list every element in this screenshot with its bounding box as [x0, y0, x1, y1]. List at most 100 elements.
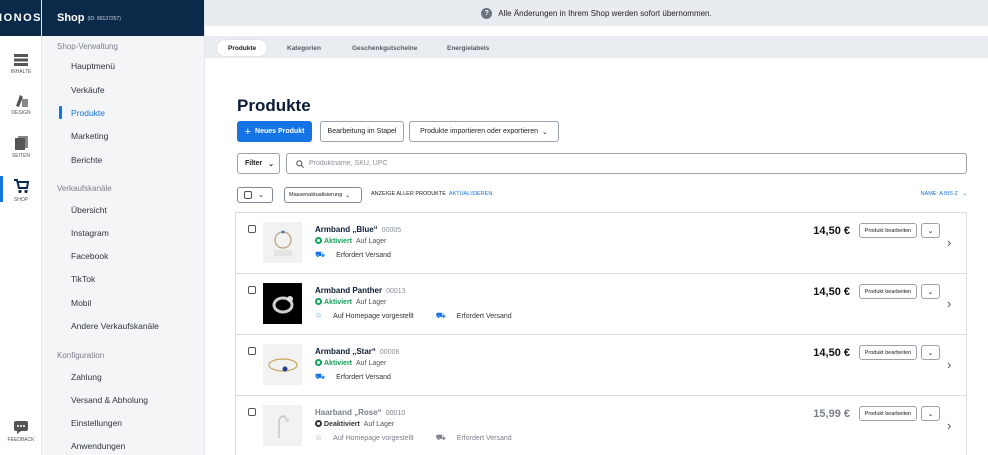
- sidebar-item-verkaeufe[interactable]: Verkäufe: [71, 85, 105, 95]
- sidebar-item-versand[interactable]: Versand & Abholung: [71, 395, 148, 405]
- sidebar-item-andere[interactable]: Andere Verkaufskanäle: [71, 321, 159, 331]
- search-input[interactable]: [309, 160, 709, 167]
- product-status: Aktiviert Auf Lager: [315, 237, 386, 245]
- rail-item-seiten[interactable]: SEITEN: [0, 136, 42, 159]
- icon-rail: IONOS INHALTE DESIGN SEITEN SHOP FEEDBAC…: [0, 0, 42, 455]
- row-checkbox[interactable]: [248, 347, 256, 355]
- filter-label: Filter: [245, 160, 263, 167]
- product-row[interactable]: Armband „Star“ 00006 Aktiviert Auf Lager ⛟…: [236, 335, 966, 396]
- product-actions-dropdown[interactable]: ⌄: [921, 345, 940, 360]
- sidebar-item-produkte[interactable]: Produkte: [71, 108, 105, 118]
- shop-sidebar: Shop (ID: 89137257) Shop-Verwaltung Haup…: [42, 0, 205, 455]
- select-all-checkbox[interactable]: [244, 191, 252, 199]
- tab-geschenkgutscheine[interactable]: Geschenkgutscheine: [352, 40, 417, 56]
- product-name[interactable]: Armband Panther 00013: [315, 286, 406, 295]
- sort-dropdown[interactable]: NAME: A BIS Z ⌄: [921, 191, 967, 197]
- chevron-down-icon: ⌄: [927, 349, 934, 357]
- sidebar-item-facebook[interactable]: Facebook: [71, 251, 108, 261]
- product-sku: 00006: [379, 349, 400, 356]
- sidebar-item-uebersicht[interactable]: Übersicht: [71, 205, 107, 215]
- sidebar-item-tiktok[interactable]: TikTok: [71, 274, 95, 284]
- row-checkbox[interactable]: [248, 286, 256, 294]
- edit-product-button[interactable]: Produkt bearbeiten: [859, 223, 917, 238]
- active-status-icon: [315, 237, 322, 244]
- tab-energielabels[interactable]: Energielabels: [447, 40, 489, 56]
- product-actions-dropdown[interactable]: ⌄: [921, 223, 940, 238]
- bracelet-image-icon: [272, 295, 293, 313]
- product-name[interactable]: Armband „Star“ 00006: [315, 347, 399, 356]
- rail-item-feedback[interactable]: FEEDBACK: [0, 421, 42, 443]
- shop-id: (ID: 89137257): [87, 16, 121, 22]
- product-row[interactable]: Armband „Blue“ 00005 Aktiviert Auf Lager ⛟…: [236, 213, 966, 274]
- show-all-bar: ANZEIGE ALLER PRODUKTE AKTUALISIEREN: [371, 191, 492, 197]
- sidebar-item-berichte[interactable]: Berichte: [71, 155, 102, 165]
- sidebar-item-instagram[interactable]: Instagram: [71, 228, 109, 238]
- edit-product-button[interactable]: Produkt bearbeiten: [859, 406, 917, 421]
- product-thumbnail[interactable]: [263, 283, 302, 324]
- sidebar-item-mobil[interactable]: Mobil: [71, 298, 91, 308]
- shop-name: Shop: [57, 12, 85, 24]
- rail-label: SHOP: [13, 197, 29, 203]
- rail-label: INHALTE: [10, 69, 32, 75]
- row-checkbox[interactable]: [248, 225, 256, 233]
- product-sku: 00013: [386, 288, 406, 295]
- filter-button[interactable]: Filter ⌄: [237, 153, 280, 174]
- product-thumbnail[interactable]: [263, 344, 302, 385]
- help-icon: ?: [481, 7, 493, 19]
- mass-update-dropdown[interactable]: Massenaktualisierung ⌄: [284, 187, 362, 203]
- plus-icon: +: [244, 125, 252, 138]
- select-all-dropdown[interactable]: ⌄: [237, 187, 273, 203]
- chevron-right-icon[interactable]: ›: [947, 418, 951, 433]
- inactive-status-icon: [315, 420, 322, 427]
- star-icon: ☆: [315, 433, 323, 442]
- product-row[interactable]: Armband Panther 00013 Aktiviert Auf Lager …: [236, 274, 966, 335]
- product-sku: 00005: [381, 227, 402, 234]
- ionos-logo[interactable]: IONOS: [0, 0, 41, 36]
- product-thumbnail[interactable]: [263, 405, 302, 446]
- refresh-link[interactable]: AKTUALISIEREN: [449, 191, 492, 197]
- sidebar-item-marketing[interactable]: Marketing: [71, 131, 108, 141]
- rail-item-shop[interactable]: SHOP: [0, 176, 42, 203]
- product-tabs: Produkte Kategorien Geschenkgutscheine E…: [205, 36, 988, 58]
- search-box[interactable]: [286, 153, 967, 174]
- chevron-right-icon[interactable]: ›: [947, 296, 951, 311]
- chevron-down-icon: ⌄: [258, 192, 264, 199]
- new-product-button[interactable]: + Neues Produkt: [237, 121, 312, 142]
- bulk-edit-button[interactable]: Bearbeitung im Stapel: [320, 121, 404, 142]
- rail-label: DESIGN: [11, 110, 31, 116]
- active-status-icon: [315, 359, 322, 366]
- bracelet-image-icon: [273, 230, 292, 256]
- chat-icon: [14, 421, 28, 434]
- edit-product-button[interactable]: Produkt bearbeiten: [859, 345, 917, 360]
- page-title: Produkte: [237, 96, 311, 115]
- product-status: Aktiviert Auf Lager: [315, 359, 386, 367]
- product-status: Aktiviert Auf Lager: [315, 298, 386, 306]
- sidebar-item-hauptmenue[interactable]: Hauptmenü: [71, 61, 115, 71]
- import-export-button[interactable]: Produkte importieren oder exportieren ⌄: [409, 121, 559, 142]
- content-icon: [14, 54, 28, 66]
- sidebar-section-title: Konfiguration: [57, 351, 105, 360]
- product-actions-dropdown[interactable]: ⌄: [921, 284, 940, 299]
- product-row[interactable]: Haarband „Rose“ 00010 Deaktiviert Auf Lage…: [236, 396, 966, 455]
- rail-item-design[interactable]: DESIGN: [0, 94, 42, 116]
- product-actions-dropdown[interactable]: ⌄: [921, 406, 940, 421]
- product-name[interactable]: Haarband „Rose“ 00010: [315, 408, 405, 417]
- tab-produkte[interactable]: Produkte: [217, 40, 268, 56]
- bracelet-image-icon: [267, 357, 298, 372]
- rail-item-inhalte[interactable]: INHALTE: [0, 54, 42, 75]
- sidebar-item-anwendungen[interactable]: Anwendungen: [71, 441, 125, 451]
- product-list: Armband „Blue“ 00005 Aktiviert Auf Lager ⛟…: [235, 212, 967, 455]
- edit-product-button[interactable]: Produkt bearbeiten: [859, 284, 917, 299]
- chevron-down-icon: ⌄: [927, 410, 934, 418]
- info-banner: ? Alle Änderungen in Ihrem Shop werden s…: [205, 0, 988, 26]
- chevron-right-icon[interactable]: ›: [947, 235, 951, 250]
- product-name[interactable]: Armband „Blue“ 00005: [315, 225, 401, 234]
- sidebar-item-zahlung[interactable]: Zahlung: [71, 372, 102, 382]
- product-thumbnail[interactable]: [263, 222, 302, 263]
- chevron-right-icon[interactable]: ›: [947, 357, 951, 372]
- star-icon: ☆: [315, 311, 323, 320]
- sidebar-item-einstellungen[interactable]: Einstellungen: [71, 418, 122, 428]
- tab-kategorien[interactable]: Kategorien: [287, 40, 321, 56]
- row-checkbox[interactable]: [248, 408, 256, 416]
- product-status: Deaktiviert Auf Lager: [315, 420, 394, 428]
